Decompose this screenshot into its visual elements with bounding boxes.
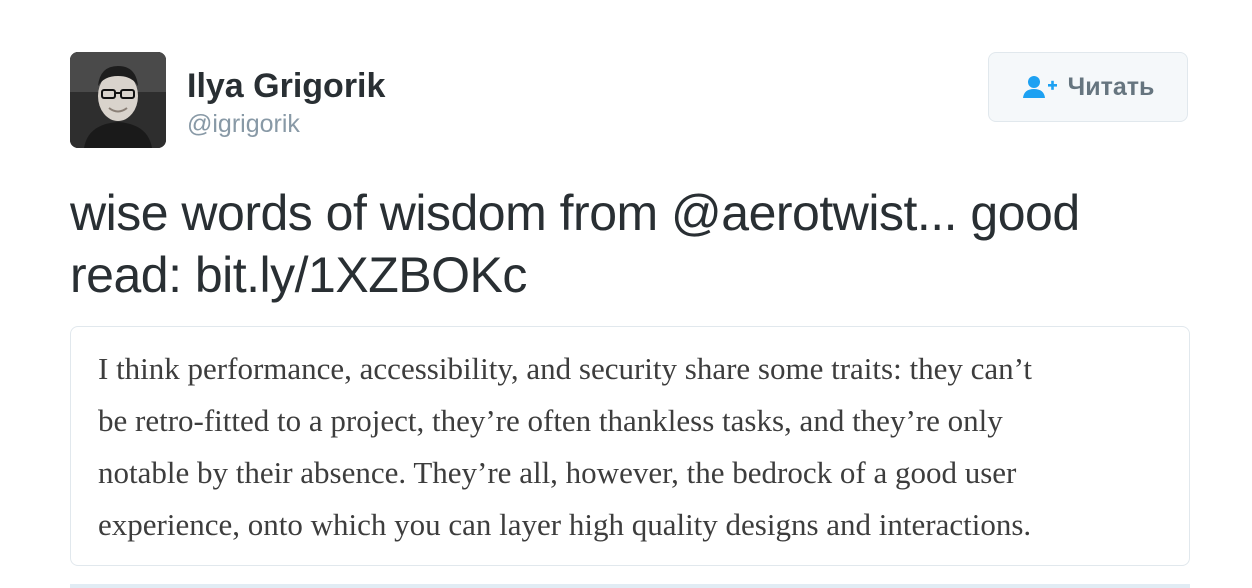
tweet-text-line: read: bit.ly/1XZBOKc: [70, 247, 527, 303]
quote-line: experience, onto which you can layer hig…: [98, 507, 1032, 542]
tweet-text-line: wise words of wisdom from @aerotwist... …: [70, 185, 1080, 241]
quote-line: notable by their absence. They’re all, h…: [98, 455, 1017, 490]
author-handle[interactable]: @igrigorik: [187, 108, 300, 140]
quote-card[interactable]: I think performance, accessibility, and …: [70, 326, 1190, 566]
tweet-text: wise words of wisdom from @aerotwist... …: [70, 182, 1180, 306]
tweet-card: Ilya Grigorik @igrigorik Читать wise wor…: [0, 0, 1252, 588]
avatar[interactable]: [70, 52, 166, 148]
avatar-photo: [70, 52, 166, 148]
author-name[interactable]: Ilya Grigorik: [187, 66, 385, 106]
quote-line: be retro-fitted to a project, they’re of…: [98, 403, 1003, 438]
follow-button-label: Читать: [1067, 72, 1155, 101]
follow-user-plus-icon: [1022, 75, 1058, 99]
follow-button[interactable]: Читать: [988, 52, 1188, 122]
divider: [70, 584, 1190, 588]
quote-text: I think performance, accessibility, and …: [98, 343, 1178, 551]
quote-line: I think performance, accessibility, and …: [98, 351, 1032, 386]
